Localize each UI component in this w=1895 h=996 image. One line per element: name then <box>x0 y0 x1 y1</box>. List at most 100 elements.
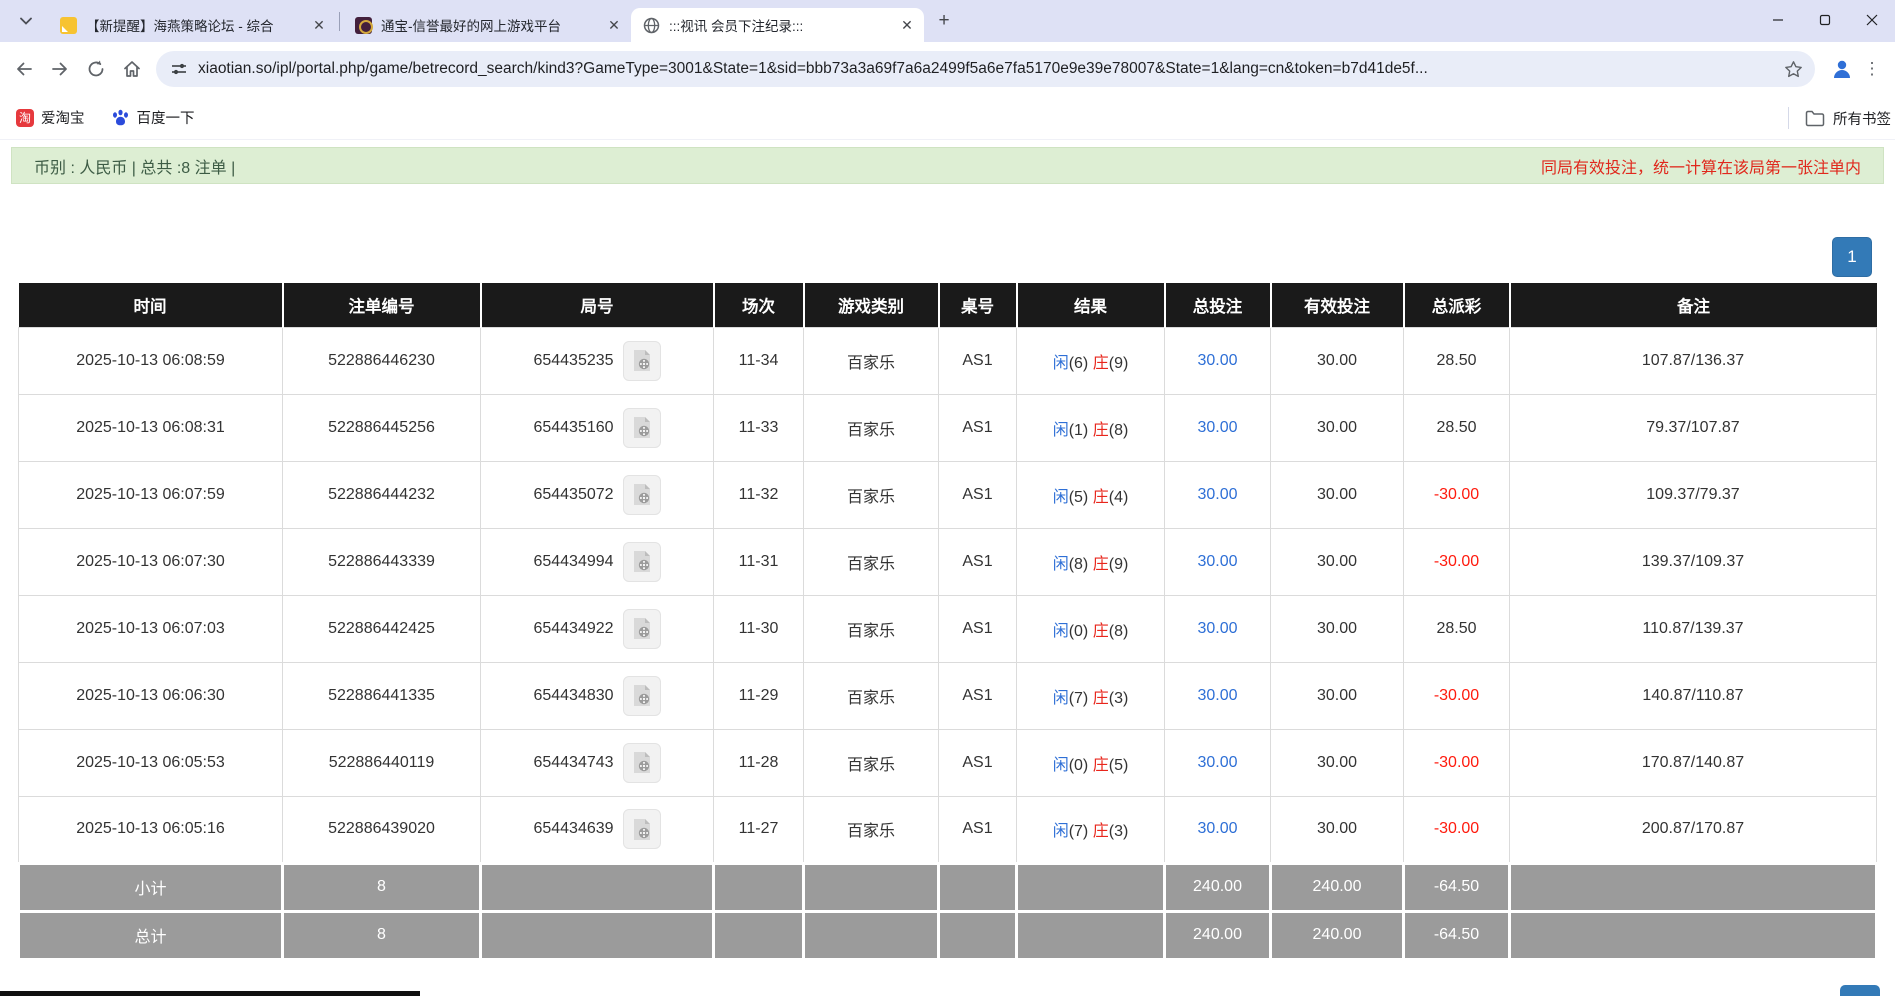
table-row: 2025-10-13 06:08:31 522886445256 6544351… <box>19 394 1877 461</box>
tab-bet-records-active[interactable]: :::视讯 会员下注纪录::: ✕ <box>631 8 924 42</box>
close-tab-icon[interactable]: ✕ <box>898 16 916 34</box>
forum-favicon-icon <box>60 17 77 34</box>
cell-bet-no: 522886445256 <box>283 394 481 461</box>
url-text[interactable]: xiaotian.so/ipl/portal.php/game/betrecor… <box>198 60 1776 78</box>
cell-game-type: 百家乐 <box>804 729 939 796</box>
browser-menu-icon[interactable]: ⋮ <box>1859 52 1885 86</box>
cell-payout: 28.50 <box>1404 394 1510 461</box>
cell-table-no: AS1 <box>939 595 1017 662</box>
total-remark <box>1510 911 1877 959</box>
cell-total-bet-link[interactable]: 30.00 <box>1165 528 1271 595</box>
back-button[interactable] <box>6 51 42 87</box>
cell-round-no: 654434994 <box>481 528 714 595</box>
all-bookmarks[interactable]: 所有书签 <box>1788 96 1891 140</box>
cell-session: 11-30 <box>714 595 804 662</box>
subtotal-count: 8 <box>283 863 481 911</box>
round-number: 654435072 <box>533 486 613 504</box>
cell-total-bet-link[interactable]: 30.00 <box>1165 796 1271 863</box>
all-bookmarks-label: 所有书签 <box>1833 108 1891 129</box>
cell-payout: -30.00 <box>1404 528 1510 595</box>
forward-button[interactable] <box>42 51 78 87</box>
video-replay-button[interactable] <box>623 542 661 582</box>
video-replay-button[interactable] <box>623 809 661 849</box>
cell-game-type: 百家乐 <box>804 394 939 461</box>
tab-tongbao[interactable]: 通宝-信誉最好的网上游戏平台 ✕ <box>343 8 631 42</box>
cell-table-no: AS1 <box>939 729 1017 796</box>
cell-remark: 140.87/110.87 <box>1510 662 1877 729</box>
cell-table-no: AS1 <box>939 461 1017 528</box>
cell-bet-no: 522886439020 <box>283 796 481 863</box>
header-session: 场次 <box>714 283 804 327</box>
header-remark: 备注 <box>1510 283 1877 327</box>
taobao-icon: 淘 <box>16 109 34 127</box>
round-number: 654434743 <box>533 754 613 772</box>
cell-total-bet-link[interactable]: 30.00 <box>1165 595 1271 662</box>
bookmark-aitaobao[interactable]: 淘 爱淘宝 <box>16 107 85 128</box>
header-table-no: 桌号 <box>939 283 1017 327</box>
cell-payout: -30.00 <box>1404 662 1510 729</box>
pagination-page-1-button[interactable]: 1 <box>1832 237 1872 277</box>
cell-total-bet-link[interactable]: 30.00 <box>1165 729 1271 796</box>
browser-toolbar: xiaotian.so/ipl/portal.php/game/betrecor… <box>0 42 1895 96</box>
cell-table-no: AS1 <box>939 662 1017 729</box>
bottom-pagination-peek[interactable] <box>1840 985 1880 996</box>
profile-avatar[interactable] <box>1825 52 1859 86</box>
home-button[interactable] <box>114 51 150 87</box>
round-number: 654435160 <box>533 419 613 437</box>
bookmark-label: 爱淘宝 <box>41 107 85 128</box>
cell-remark: 79.37/107.87 <box>1510 394 1877 461</box>
tab-forum[interactable]: 【新提醒】海燕策略论坛 - 综合 ✕ <box>48 8 336 42</box>
table-row: 2025-10-13 06:07:03 522886442425 6544349… <box>19 595 1877 662</box>
bookmark-star-icon[interactable] <box>1784 60 1803 79</box>
video-replay-button[interactable] <box>623 408 661 448</box>
cell-valid-bet: 30.00 <box>1271 729 1404 796</box>
video-replay-button[interactable] <box>623 341 661 381</box>
video-replay-button[interactable] <box>623 743 661 783</box>
tab-title: :::视讯 会员下注纪录::: <box>669 15 892 35</box>
video-replay-button[interactable] <box>623 609 661 649</box>
close-tab-icon[interactable]: ✕ <box>605 16 623 34</box>
page-content: 币别 : 人民币 | 总共 :8 注单 | 同局有效投注，统一计算在该局第一张注… <box>0 147 1895 961</box>
close-window-button[interactable] <box>1848 0 1895 40</box>
cell-session: 11-31 <box>714 528 804 595</box>
total-total-bet: 240.00 <box>1165 911 1271 959</box>
cell-time: 2025-10-13 06:08:59 <box>19 327 283 394</box>
currency-summary-text: 币别 : 人民币 | 总共 :8 注单 | <box>34 154 235 178</box>
browser-tab-bar: 【新提醒】海燕策略论坛 - 综合 ✕ 通宝-信誉最好的网上游戏平台 ✕ :::视… <box>0 0 1895 42</box>
minimize-button[interactable] <box>1754 0 1801 40</box>
cell-bet-no: 522886440119 <box>283 729 481 796</box>
bookmark-baidu[interactable]: 百度一下 <box>111 107 195 128</box>
new-tab-button[interactable]: + <box>930 7 958 35</box>
tab-separator <box>339 12 340 31</box>
cell-total-bet-link[interactable]: 30.00 <box>1165 662 1271 729</box>
close-tab-icon[interactable]: ✕ <box>310 16 328 34</box>
cell-payout: 28.50 <box>1404 595 1510 662</box>
header-payout: 总派彩 <box>1404 283 1510 327</box>
chevron-down-icon <box>20 17 32 25</box>
video-replay-button[interactable] <box>623 676 661 716</box>
cell-remark: 107.87/136.37 <box>1510 327 1877 394</box>
reload-button[interactable] <box>78 51 114 87</box>
address-bar[interactable]: xiaotian.so/ipl/portal.php/game/betrecor… <box>156 51 1815 87</box>
cell-game-type: 百家乐 <box>804 327 939 394</box>
cell-table-no: AS1 <box>939 394 1017 461</box>
maximize-button[interactable] <box>1801 0 1848 40</box>
video-replay-button[interactable] <box>623 475 661 515</box>
cell-total-bet-link[interactable]: 30.00 <box>1165 327 1271 394</box>
cell-session: 11-27 <box>714 796 804 863</box>
table-row: 2025-10-13 06:05:53 522886440119 6544347… <box>19 729 1877 796</box>
subtotal-label: 小计 <box>19 863 283 911</box>
round-number: 654434922 <box>533 620 613 638</box>
cell-total-bet-link[interactable]: 30.00 <box>1165 461 1271 528</box>
tab-search-button[interactable] <box>12 7 40 35</box>
cell-valid-bet: 30.00 <box>1271 662 1404 729</box>
cell-time: 2025-10-13 06:06:30 <box>19 662 283 729</box>
site-settings-icon[interactable] <box>170 60 188 78</box>
cell-result: 闲(6) 庄(9) <box>1017 327 1165 394</box>
cell-game-type: 百家乐 <box>804 528 939 595</box>
cell-total-bet-link[interactable]: 30.00 <box>1165 394 1271 461</box>
cell-session: 11-34 <box>714 327 804 394</box>
cell-bet-no: 522886441335 <box>283 662 481 729</box>
cell-result: 闲(0) 庄(8) <box>1017 595 1165 662</box>
cell-remark: 200.87/170.87 <box>1510 796 1877 863</box>
